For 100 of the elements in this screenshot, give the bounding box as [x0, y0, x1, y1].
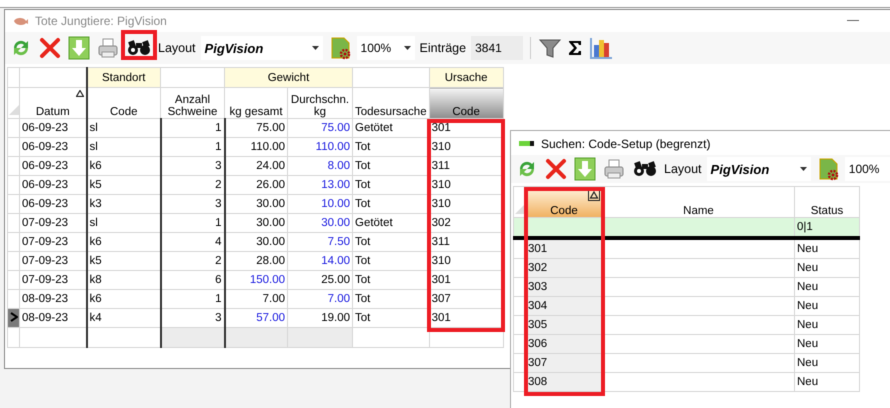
delete-icon[interactable]	[39, 37, 61, 59]
binoculars-icon[interactable]	[126, 39, 152, 57]
download-icon[interactable]	[68, 36, 90, 60]
column-header[interactable]: Code	[429, 88, 504, 118]
table-cell: sl	[86, 214, 160, 232]
table-cell: 06-09-23	[20, 194, 86, 214]
filter-cell[interactable]	[602, 218, 794, 238]
table-cell: 24.00	[224, 156, 288, 176]
row-header[interactable]	[8, 308, 20, 328]
table-cell: 308	[526, 372, 602, 392]
column-header[interactable]: Code	[86, 88, 160, 118]
table-cell: 7.50	[288, 232, 352, 252]
table-cell: k8	[86, 270, 160, 290]
table-cell: k6	[86, 290, 160, 308]
sort-ascending-icon[interactable]	[76, 90, 84, 97]
column-header[interactable]: Name	[602, 186, 794, 218]
bar-chart-icon[interactable]	[589, 36, 614, 60]
table-cell: 2	[160, 176, 224, 194]
table-cell: 75.00	[224, 118, 288, 138]
table-cell: 7.00	[288, 290, 352, 308]
minimize-icon[interactable]	[847, 20, 859, 22]
table-cell: 06-09-23	[20, 118, 86, 138]
table-cell: 305	[526, 316, 602, 334]
layout-dropdown[interactable]: PigVision	[200, 36, 323, 60]
layout-settings-icon[interactable]	[816, 157, 839, 181]
table-cell: 1	[160, 290, 224, 308]
dropdown-caret-icon[interactable]	[800, 167, 807, 171]
current-row-icon	[10, 312, 18, 322]
column-header[interactable]: kg gesamt	[224, 88, 288, 118]
table-cell: 06-09-23	[20, 156, 86, 176]
table-cell: 25.00	[288, 270, 352, 290]
printer-icon[interactable]	[97, 37, 119, 59]
table-cell: k6	[86, 232, 160, 252]
binoculars-icon[interactable]	[632, 160, 658, 178]
table-cell: Neu	[794, 372, 860, 392]
table-cell: k6	[86, 156, 160, 176]
filter-cell[interactable]: 0|1	[794, 218, 860, 238]
sort-ascending-icon[interactable]	[588, 189, 600, 201]
table-cell: Neu	[794, 334, 860, 354]
column-group-header: Standort	[86, 68, 160, 88]
table-cell: 30.00	[224, 232, 288, 252]
dropdown-caret-icon[interactable]	[404, 46, 411, 50]
table-cell: k5	[86, 252, 160, 270]
column-header[interactable]: Status	[794, 186, 860, 218]
table-cell: 304	[526, 296, 602, 316]
column-header[interactable]: Datum	[20, 88, 86, 118]
table-cell: 6	[160, 270, 224, 290]
table-cell: 26.00	[224, 176, 288, 194]
table-cell: 7.00	[224, 290, 288, 308]
table-cell: 08-09-23	[20, 308, 86, 328]
layout-label: Layout	[664, 162, 702, 176]
table-cell: 08-09-23	[20, 290, 86, 308]
printer-icon[interactable]	[603, 158, 625, 180]
table-cell: 3	[160, 194, 224, 214]
table-cell: 1	[160, 118, 224, 138]
window-icon	[519, 140, 535, 148]
window-title: Suchen: Code-Setup (begrenzt)	[541, 137, 710, 151]
table-cell: Neu	[794, 278, 860, 296]
table-cell: 8.00	[288, 156, 352, 176]
sum-icon[interactable]	[568, 39, 582, 57]
column-group-header: Ursache	[429, 68, 504, 88]
table-cell: 30.00	[288, 214, 352, 232]
table-cell: 4	[160, 232, 224, 252]
table-cell: 06-09-23	[20, 176, 86, 194]
table-cell: 110.00	[288, 138, 352, 156]
table-cell: 06-09-23	[20, 138, 86, 156]
download-icon[interactable]	[574, 157, 596, 181]
delete-icon[interactable]	[545, 158, 567, 180]
table-cell: 07-09-23	[20, 232, 86, 252]
table-cell: 30.00	[224, 214, 288, 232]
column-header[interactable]: Durchschn. kg	[288, 88, 352, 118]
table-cell: 3	[160, 156, 224, 176]
table-cell: 75.00	[288, 118, 352, 138]
table-cell: 13.00	[288, 176, 352, 194]
table-cell: 306	[526, 334, 602, 354]
table-cell: 07-09-23	[20, 214, 86, 232]
dropdown-caret-icon[interactable]	[312, 46, 319, 50]
table-cell: 1	[160, 214, 224, 232]
select-all-corner-icon[interactable]	[514, 204, 524, 214]
filter-cell[interactable]	[526, 218, 602, 238]
zoom-dropdown[interactable]: 100%	[356, 36, 415, 60]
table-cell: 30.00	[224, 194, 288, 214]
column-group-header: Gewicht	[224, 68, 352, 88]
column-header[interactable]: Anzahl Schweine	[160, 88, 224, 118]
zoom-dropdown[interactable]: 100%	[844, 157, 890, 181]
table-cell: sl	[86, 118, 160, 138]
table-cell: sl	[86, 138, 160, 156]
table-cell: 150.00	[224, 270, 288, 290]
layout-label: Layout	[158, 41, 196, 55]
table-cell: 07-09-23	[20, 252, 86, 270]
window-title: Tote Jungtiere: PigVision	[35, 14, 167, 28]
entries-count-field: 3841	[471, 36, 524, 60]
column-header[interactable]: Todesursache	[352, 88, 430, 118]
table-cell: Neu	[794, 258, 860, 278]
table-cell: 307	[526, 354, 602, 372]
table-cell: 07-09-23	[20, 270, 86, 290]
layout-dropdown[interactable]: PigVision	[706, 157, 811, 181]
layout-settings-icon[interactable]	[328, 36, 351, 60]
table-cell: 303	[526, 278, 602, 296]
filter-icon[interactable]	[539, 37, 562, 59]
